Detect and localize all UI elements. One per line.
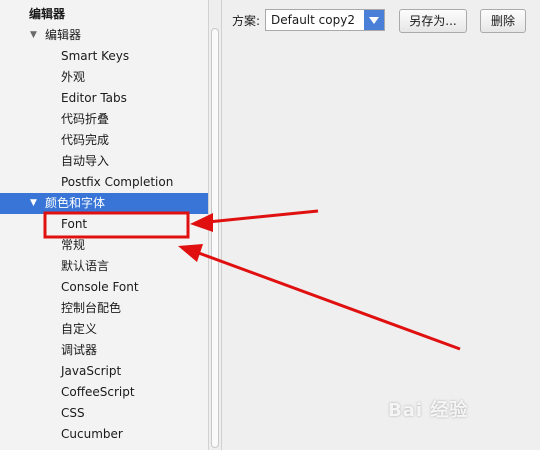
tree-item-label: 外观 xyxy=(61,70,86,84)
tree-item[interactable]: 代码完成 xyxy=(0,130,208,151)
tree-item-label: CoffeeScript xyxy=(61,385,135,399)
tree-item-label: Smart Keys xyxy=(61,49,130,63)
delete-button[interactable]: 删除 xyxy=(480,9,526,33)
tree-item[interactable]: 自定义 xyxy=(0,319,208,340)
tree-item[interactable]: 常规 xyxy=(0,235,208,256)
tree-item-label: 自定义 xyxy=(61,322,98,336)
tree-item-label: 调试器 xyxy=(61,343,98,357)
tree-item-label: CSS xyxy=(61,406,85,420)
tree-item[interactable]: Smart Keys xyxy=(0,46,208,67)
expand-arrow-icon[interactable]: ▼ xyxy=(30,193,37,214)
tree-item-label: Postfix Completion xyxy=(61,175,174,189)
scrollbar-thumb[interactable] xyxy=(211,28,219,448)
tree-item-label: 常规 xyxy=(61,238,86,252)
color-font-settings-panel: 方案: Default copy2 另存为... 删除 xyxy=(222,0,540,450)
expand-arrow-icon[interactable]: ▼ xyxy=(30,25,37,46)
scheme-label: 方案: xyxy=(232,14,261,28)
tree-item[interactable]: 自动导入 xyxy=(0,151,208,172)
tree-item-label: 控制台配色 xyxy=(61,301,122,315)
tree-item-label: Font xyxy=(61,217,88,231)
tree-item-label: 代码折叠 xyxy=(61,112,110,126)
tree-item[interactable]: CSS xyxy=(0,403,208,424)
tree-item[interactable]: JavaScript xyxy=(0,361,208,382)
tree-item-label: 自动导入 xyxy=(61,154,110,168)
tree-item[interactable]: 默认语言 xyxy=(0,256,208,277)
tree-item[interactable]: 控制台配色 xyxy=(0,298,208,319)
tree-scrollbar[interactable] xyxy=(209,0,222,450)
tree-item-label: 编辑器 xyxy=(45,28,82,42)
tree-item[interactable]: 代码折叠 xyxy=(0,109,208,130)
watermark-logo: Bai 经验 xyxy=(388,400,469,421)
tree-item[interactable]: Font xyxy=(0,214,208,235)
tree-item[interactable]: Cucumber xyxy=(0,424,208,445)
save-as-button[interactable]: 另存为... xyxy=(399,9,467,33)
settings-tree: 编辑器 ▼ 编辑器 Smart Keys 外观 Editor Tabs 代码折叠代码完成自动… xyxy=(0,0,209,450)
tree-item[interactable]: CoffeeScript xyxy=(0,382,208,403)
tree-item-label: 编辑器 xyxy=(29,7,66,21)
tree-item-label: Console Font xyxy=(61,280,139,294)
tree-item[interactable]: 调试器 xyxy=(0,340,208,361)
tree-item-label: 默认语言 xyxy=(61,259,110,273)
tree-item-label: JavaScript xyxy=(61,364,122,378)
scheme-select[interactable]: Default copy2 xyxy=(265,9,385,31)
tree-item-label: Cucumber xyxy=(61,427,123,441)
tree-item[interactable]: ▼ 编辑器 xyxy=(0,25,208,46)
dropdown-arrow-icon[interactable] xyxy=(364,10,384,30)
scheme-selected-value: Default copy2 xyxy=(271,13,355,27)
tree-item[interactable]: 编辑器 xyxy=(0,4,208,25)
chevron-down-icon xyxy=(369,16,379,24)
tree-item[interactable]: 外观 xyxy=(0,67,208,88)
tree-item-label: 代码完成 xyxy=(61,133,110,147)
tree-item[interactable]: Postfix Completion xyxy=(0,172,208,193)
tree-item[interactable]: ▼ 颜色和字体 xyxy=(0,193,208,214)
tree-item-label: 颜色和字体 xyxy=(45,196,106,210)
tree-item[interactable]: Console Font xyxy=(0,277,208,298)
tree-item[interactable]: Editor Tabs xyxy=(0,88,208,109)
tree-item-label: Editor Tabs xyxy=(61,91,127,105)
